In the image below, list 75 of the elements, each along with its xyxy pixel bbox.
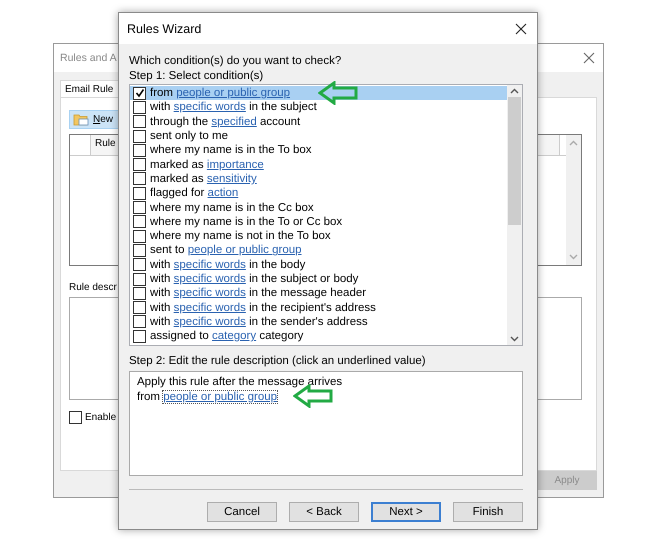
section-label: Rule descr: [69, 282, 117, 293]
condition-item[interactable]: marked as sensitivity: [130, 172, 507, 186]
checkbox[interactable]: [133, 100, 146, 114]
condition-item[interactable]: with specific words in the message header: [130, 286, 507, 300]
annotation-arrow: [318, 81, 358, 105]
dialog-title: Rules Wizard: [127, 22, 202, 36]
checkbox[interactable]: [133, 301, 146, 314]
condition-text: where my name is in the To box: [150, 144, 312, 156]
condition-text: where my name is not in the To box: [150, 230, 331, 242]
condition-item[interactable]: where my name is in the To or Cc box: [130, 214, 507, 229]
dialog-button[interactable]: Finish: [453, 502, 523, 522]
description-line: from people or public group: [137, 390, 278, 402]
condition-text: sent only to me: [150, 130, 228, 142]
checkbox[interactable]: [133, 172, 146, 186]
condition-item[interactable]: from people or public group: [130, 86, 507, 100]
condition-item[interactable]: with specific words in the subject: [130, 100, 507, 115]
checkbox[interactable]: [133, 330, 146, 343]
checkbox[interactable]: [133, 186, 146, 200]
checkbox[interactable]: [133, 258, 146, 272]
close-icon[interactable]: [515, 22, 527, 34]
condition-item[interactable]: through the specified account: [130, 114, 507, 129]
condition-item[interactable]: where my name is not in the To box: [130, 228, 507, 244]
dialog-button[interactable]: Next >: [371, 502, 441, 522]
button-label: New: [93, 114, 114, 125]
checkbox[interactable]: [133, 158, 146, 172]
step-label: Step 2: Edit the rule description (click an underlined value): [129, 354, 427, 369]
condition-text: with specific words in the recipient's address: [150, 302, 376, 314]
checkbox[interactable]: [133, 201, 146, 214]
condition-text: with specific words in the subject: [150, 101, 317, 114]
condition-item[interactable]: assigned to category category: [130, 329, 507, 344]
checkbox[interactable]: [133, 86, 146, 100]
dialog-button[interactable]: Cancel: [207, 502, 277, 522]
scroll-down-icon[interactable]: [510, 336, 519, 342]
condition-text: assigned to category category: [150, 330, 304, 342]
checkbox[interactable]: [133, 286, 146, 300]
scrollbar[interactable]: [507, 85, 522, 345]
condition-text: with specific words in the subject or body: [150, 273, 358, 285]
condition-text: with specific words in the message header: [150, 287, 366, 300]
condition-text: where my name is in the To or Cc box: [150, 216, 342, 228]
condition-text: marked as sensitivity: [150, 172, 257, 185]
condition-text: from people or public group: [150, 87, 290, 100]
step-label: Step 1: Select condition(s): [129, 69, 264, 84]
condition-text: marked as importance: [150, 158, 264, 171]
checkbox[interactable]: [133, 144, 146, 157]
condition-item[interactable]: with specific words in the body: [130, 258, 507, 272]
condition-text: through the specified account: [150, 116, 300, 128]
condition-text: with specific words in the body: [150, 258, 306, 271]
condition-item[interactable]: flagged for action: [130, 186, 507, 200]
question-text: Which condition(s) do you want to check?: [129, 54, 342, 69]
condition-text: sent to people or public group: [150, 244, 302, 256]
condition-item[interactable]: with specific words in the subject or body: [130, 272, 507, 286]
condition-text: where my name is in the Cc box: [150, 202, 314, 214]
checkbox[interactable]: [133, 130, 146, 143]
folder-icon: [73, 113, 89, 126]
checkbox[interactable]: [133, 230, 146, 243]
condition-text: flagged for action: [150, 187, 238, 200]
checkbox[interactable]: [133, 244, 146, 257]
scroll-up-icon[interactable]: [510, 88, 519, 94]
checkbox[interactable]: [133, 272, 146, 286]
condition-item[interactable]: with specific words in the sender's address: [130, 314, 507, 330]
condition-item[interactable]: with specific words in the recipient's address: [130, 300, 507, 315]
checkbox[interactable]: [133, 115, 146, 128]
checkbox-label: Enable: [85, 412, 116, 423]
dialog-button[interactable]: < Back: [289, 502, 359, 522]
condition-item[interactable]: marked as importance: [130, 157, 507, 172]
condition-item[interactable]: sent to people or public group: [130, 243, 507, 258]
condition-item[interactable]: where my name is in the Cc box: [130, 200, 507, 215]
checkbox[interactable]: [133, 215, 146, 228]
condition-item[interactable]: where my name is in the To box: [130, 143, 507, 158]
checkbox[interactable]: [133, 315, 146, 328]
checkbox[interactable]: [69, 411, 82, 424]
condition-item[interactable]: sent only to me: [130, 128, 507, 144]
condition-text: with specific words in the sender's address: [150, 316, 368, 328]
window-title: Rules and A: [60, 52, 117, 64]
description-line: Apply this rule after the message arrives: [137, 376, 342, 388]
